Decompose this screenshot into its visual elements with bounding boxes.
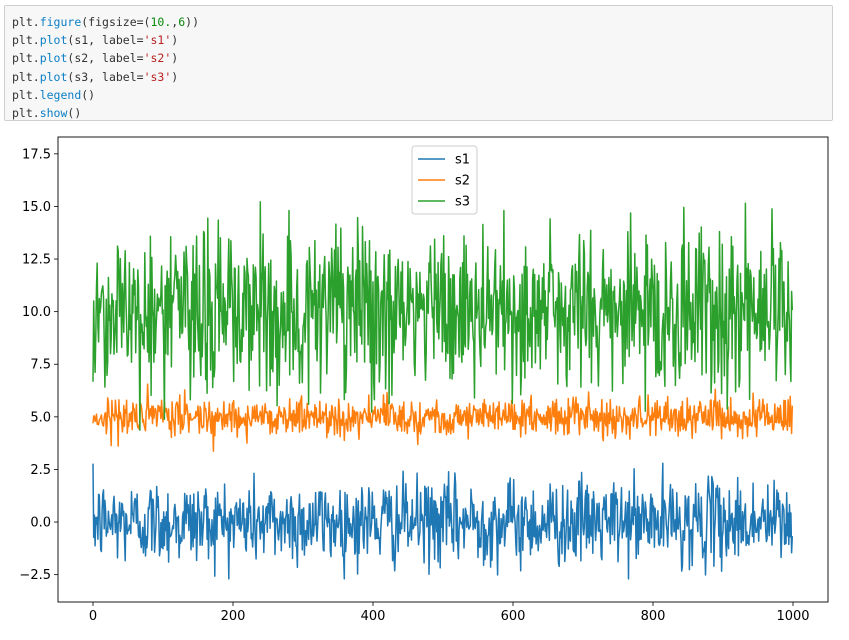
code-line: plt.plot(s2, label='s2'): [12, 49, 832, 67]
y-tick-label: 5.0: [30, 410, 51, 425]
code-token: plt.: [12, 33, 40, 48]
legend: s1 s2 s3: [411, 145, 478, 215]
x-tick-label: 0: [89, 609, 97, 624]
x-tick-label: 1000: [776, 609, 809, 624]
y-tick-label: 12.5: [22, 253, 51, 268]
code-token: 's3': [143, 69, 172, 84]
legend-label-s3: s3: [455, 195, 470, 210]
code-cell[interactable]: plt.figure(figsize=(10.,6)) plt.plot(s1, …: [4, 5, 833, 121]
x-tick-label: 200: [221, 609, 246, 624]
y-tick-label: 7.5: [30, 358, 51, 373]
series-s3-line: [92, 201, 794, 431]
code-token: plt.: [12, 105, 40, 120]
y-tick-label: 15.0: [22, 200, 51, 215]
axis-ticks: 0 200 400 600 800 1000 −2.5 0.0 2.5 5.0 7.5 10.0 12.…: [19, 147, 809, 624]
code-token: (s3, label=: [67, 69, 144, 84]
legend-label-s1: s1: [455, 153, 470, 168]
code-token: ): [171, 33, 179, 48]
code-token: plt.: [12, 15, 40, 29]
code-token: plot: [39, 33, 68, 48]
code-token: figure: [39, 15, 82, 29]
output-area: 0 200 400 600 800 1000 −2.5 0.0 2.5 5.0 7.5 10.0 12.…: [0, 126, 849, 636]
y-tick-label: −2.5: [19, 568, 51, 583]
code-token: 's1': [143, 33, 172, 48]
code-token: ): [171, 51, 179, 66]
x-tick-label: 800: [641, 609, 666, 624]
code-line: plt.plot(s3, label='s3'): [12, 68, 832, 86]
code-line: plt.plot(s1, label='s1'): [12, 31, 832, 49]
code-token: plot: [39, 69, 68, 84]
code-token: (s2, label=: [67, 51, 144, 66]
x-tick-label: 400: [361, 609, 386, 624]
code-editor[interactable]: plt.figure(figsize=(10.,6)) plt.plot(s1, …: [12, 13, 832, 122]
code-token: 10.: [150, 15, 172, 29]
series-s1-line: [92, 462, 794, 580]
legend-label-s2: s2: [455, 174, 470, 189]
code-token: plt.: [12, 69, 40, 84]
code-token: legend: [39, 87, 82, 102]
y-tick-label: 17.5: [22, 147, 51, 162]
code-token: 's2': [143, 51, 172, 66]
x-tick-label: 600: [501, 609, 526, 624]
line-chart: 0 200 400 600 800 1000 −2.5 0.0 2.5 5.0 7.5 10.0 12.…: [19, 136, 829, 624]
code-token: (): [81, 87, 96, 102]
series-layer: [92, 201, 794, 580]
code-token: ): [171, 69, 179, 84]
code-line: plt.show(): [12, 104, 832, 122]
y-tick-label: 2.5: [30, 463, 51, 478]
code-token: plt.: [12, 87, 40, 102]
code-token: show: [39, 105, 68, 120]
code-token: (): [67, 105, 82, 120]
code-token: (s1, label=: [67, 33, 144, 48]
y-tick-label: 0.0: [30, 516, 51, 531]
code-token: plot: [39, 51, 68, 66]
code-token: )): [185, 15, 200, 29]
series-s2-line: [92, 383, 794, 452]
code-line: plt.legend(): [12, 86, 832, 104]
code-line: plt.figure(figsize=(10.,6)): [12, 13, 832, 31]
code-token: plt.: [12, 51, 40, 66]
y-tick-label: 10.0: [22, 305, 51, 320]
code-token: (figsize=(: [81, 15, 151, 29]
